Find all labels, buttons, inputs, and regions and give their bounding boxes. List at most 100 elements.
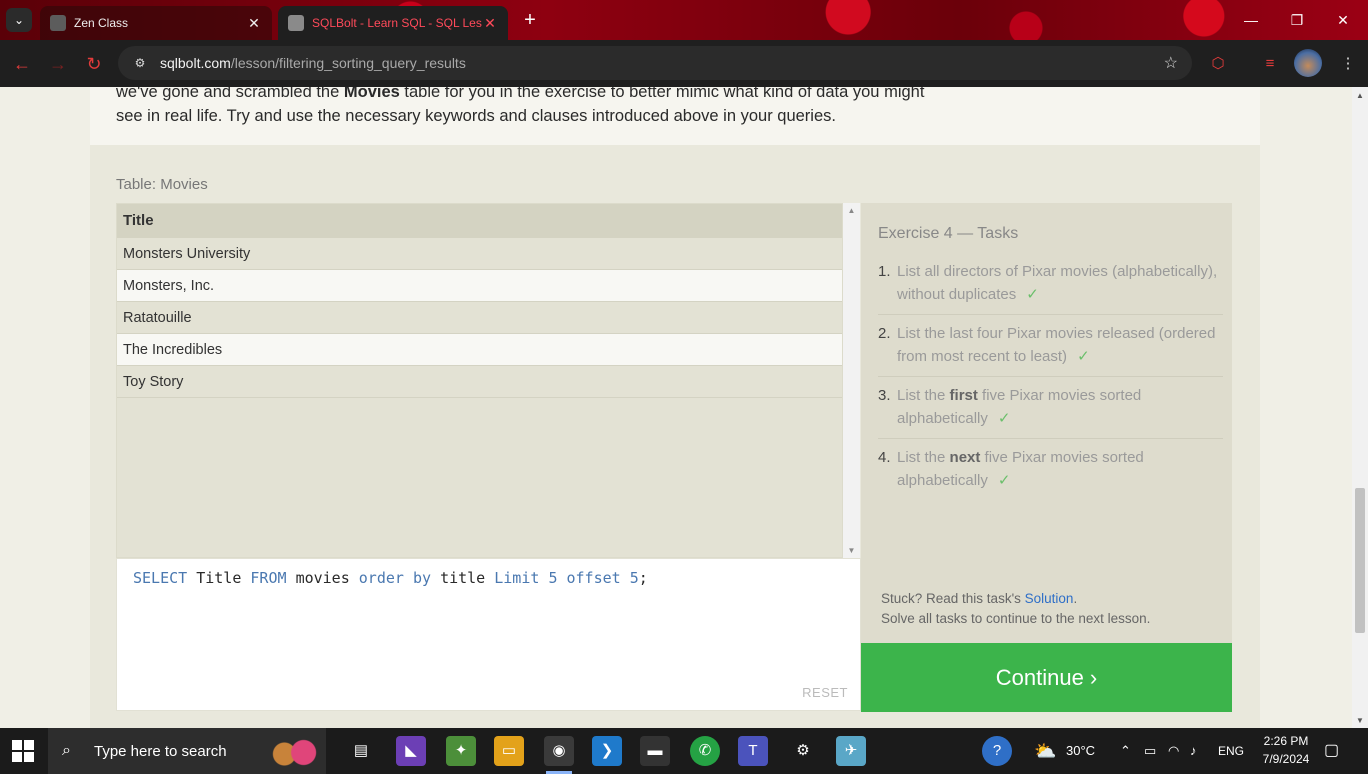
task-text: List the first five Pixar movies sorted …	[897, 385, 1223, 430]
task-text-bold: next	[949, 449, 981, 466]
table-row: Ratatouille	[117, 302, 842, 334]
teams-icon[interactable]: T	[738, 736, 768, 766]
browser-tab-bar: ⌄ Zen Class ✕ SQLBolt - Learn SQL - SQL …	[0, 0, 1368, 40]
clock-time: 2:26 PM	[1263, 734, 1309, 748]
close-icon[interactable]: ✕	[246, 15, 262, 32]
restore-icon[interactable]: ❐	[1274, 0, 1320, 40]
sql-keyword: offset	[566, 569, 621, 587]
terminal-icon[interactable]: ▬	[640, 736, 670, 766]
solution-link[interactable]: Solution	[1025, 591, 1074, 606]
page-content: we've gone and scrambled the Movies tabl…	[0, 87, 1352, 728]
sql-keyword: FROM	[250, 569, 287, 587]
task-text-pre: List the last four Pixar movies released…	[897, 325, 1216, 365]
menu-kebab-icon[interactable]: ⋮	[1336, 52, 1360, 76]
intro-text: we've gone and scrambled the Movies tabl…	[116, 87, 936, 128]
task-number: 2.	[878, 325, 891, 342]
taskbar-search-placeholder: Type here to search	[94, 742, 227, 760]
sql-query[interactable]: SELECT Title FROM movies order by title …	[133, 569, 648, 587]
close-icon[interactable]: ✕	[482, 15, 498, 32]
url-host: sqlbolt.com	[160, 55, 231, 71]
weather-temp[interactable]: 30°C	[1066, 728, 1095, 774]
app-icon[interactable]: ✈	[836, 736, 866, 766]
sql-identifier: movies	[295, 569, 350, 587]
reading-list-icon[interactable]: ≡	[1258, 52, 1282, 76]
visual-studio-icon[interactable]: ◣	[396, 736, 426, 766]
help-icon[interactable]: ?	[982, 736, 1012, 766]
browser-toolbar: ← → ↻ ⚙ sqlbolt.com/lesson/filtering_sor…	[0, 40, 1368, 87]
extensions-icon[interactable]: ⬡	[1206, 52, 1230, 76]
tab-zen-class[interactable]: Zen Class ✕	[40, 6, 272, 40]
back-arrow-icon[interactable]: ←	[10, 52, 34, 76]
scroll-down-icon[interactable]: ▼	[1352, 716, 1368, 725]
scroll-up-icon[interactable]: ▲	[843, 206, 860, 215]
taskbar-search[interactable]: ⌕ Type here to search	[48, 728, 326, 774]
tasks-panel: Exercise 4 — Tasks 1. List all directors…	[861, 203, 1232, 711]
scroll-down-icon[interactable]: ▼	[843, 546, 860, 555]
taskbar-clock[interactable]: 2:26 PM 7/9/2024	[1258, 732, 1314, 768]
bookmark-star-icon[interactable]: ☆	[1164, 53, 1178, 73]
task-text-pre: List the	[897, 387, 950, 404]
task-item: 4. List the next five Pixar movies sorte…	[878, 445, 1223, 500]
sql-number: 5	[629, 569, 639, 587]
stuck-period: .	[1073, 591, 1078, 606]
scrollbar-thumb[interactable]	[1355, 488, 1365, 633]
window-close-icon[interactable]: ✕	[1320, 0, 1366, 40]
scroll-up-icon[interactable]: ▲	[1352, 91, 1368, 100]
sql-editor[interactable]: SELECT Title FROM movies order by title …	[116, 558, 861, 711]
table-row: Toy Story	[117, 366, 842, 398]
task-item: 2. List the last four Pixar movies relea…	[878, 321, 1223, 377]
sql-identifier: title	[440, 569, 486, 587]
weather-icon[interactable]: ⛅	[1034, 728, 1060, 774]
reset-button[interactable]: RESET	[802, 685, 848, 700]
task-list: 1. List all directors of Pixar movies (a…	[878, 259, 1223, 506]
wifi-icon[interactable]: ◠	[1168, 728, 1179, 774]
continue-button[interactable]: Continue ›	[861, 643, 1232, 712]
task-number: 3.	[878, 387, 891, 404]
settings-gear-icon[interactable]: ⚙	[788, 736, 818, 766]
sql-keyword: order by	[358, 569, 432, 587]
exercise-panel: Table: Movies Title Monsters University …	[90, 145, 1260, 728]
intro-table-name: Movies	[343, 87, 400, 101]
vscode-icon[interactable]: ❯	[592, 736, 622, 766]
stuck-text: Stuck? Read this task's	[881, 591, 1025, 606]
profile-avatar[interactable]	[1294, 49, 1322, 77]
task-number: 4.	[878, 449, 891, 466]
battery-icon[interactable]: ▭	[1144, 728, 1156, 774]
page-scrollbar[interactable]: ▲ ▼	[1352, 87, 1368, 728]
language-indicator[interactable]: ENG	[1218, 728, 1244, 774]
task-text-bold: first	[949, 387, 978, 404]
sql-identifier: Title	[196, 569, 242, 587]
new-tab-button[interactable]: +	[518, 10, 542, 32]
notification-icon[interactable]: ▢	[1324, 728, 1339, 774]
checkmark-icon: ✓	[997, 409, 1011, 427]
address-bar[interactable]: ⚙ sqlbolt.com/lesson/filtering_sorting_q…	[118, 46, 1192, 80]
task-number: 1.	[878, 263, 891, 280]
whatsapp-icon[interactable]: ✆	[690, 736, 720, 766]
volume-icon[interactable]: ♪	[1190, 728, 1197, 774]
column-header-title: Title	[117, 204, 842, 238]
checkmark-icon: ✓	[1026, 285, 1039, 303]
minimize-icon[interactable]: —	[1228, 0, 1274, 40]
tab-sqlbolt[interactable]: SQLBolt - Learn SQL - SQL Less ✕	[278, 6, 508, 40]
tab-label: SQLBolt - Learn SQL - SQL Less	[312, 16, 482, 30]
lesson-intro: we've gone and scrambled the Movies tabl…	[90, 87, 1260, 145]
forward-arrow-icon[interactable]: →	[46, 52, 70, 76]
stuck-hint: Stuck? Read this task's Solution. Solve …	[881, 589, 1150, 629]
reload-icon[interactable]: ↻	[82, 52, 106, 76]
windows-start-icon[interactable]	[12, 740, 34, 762]
sandbox-icon[interactable]: ✦	[446, 736, 476, 766]
task-view-icon[interactable]: ▤	[346, 736, 376, 766]
table-row: Monsters, Inc.	[117, 270, 842, 302]
chrome-icon[interactable]: ◉	[544, 736, 574, 774]
task-text: List the last four Pixar movies released…	[897, 323, 1223, 368]
table-row: Monsters University	[117, 238, 842, 270]
task-item: 3. List the first five Pixar movies sort…	[878, 383, 1223, 439]
tab-search-icon[interactable]: ⌄	[6, 8, 32, 32]
search-icon: ⌕	[62, 742, 71, 759]
checkmark-icon: ✓	[997, 471, 1011, 489]
task-item: 1. List all directors of Pixar movies (a…	[878, 259, 1223, 315]
site-info-icon[interactable]: ⚙	[132, 55, 148, 71]
file-explorer-icon[interactable]: ▭	[494, 736, 524, 766]
table-scrollbar[interactable]: ▲ ▼	[843, 203, 860, 558]
tray-chevron-up-icon[interactable]: ⌃	[1120, 728, 1131, 774]
